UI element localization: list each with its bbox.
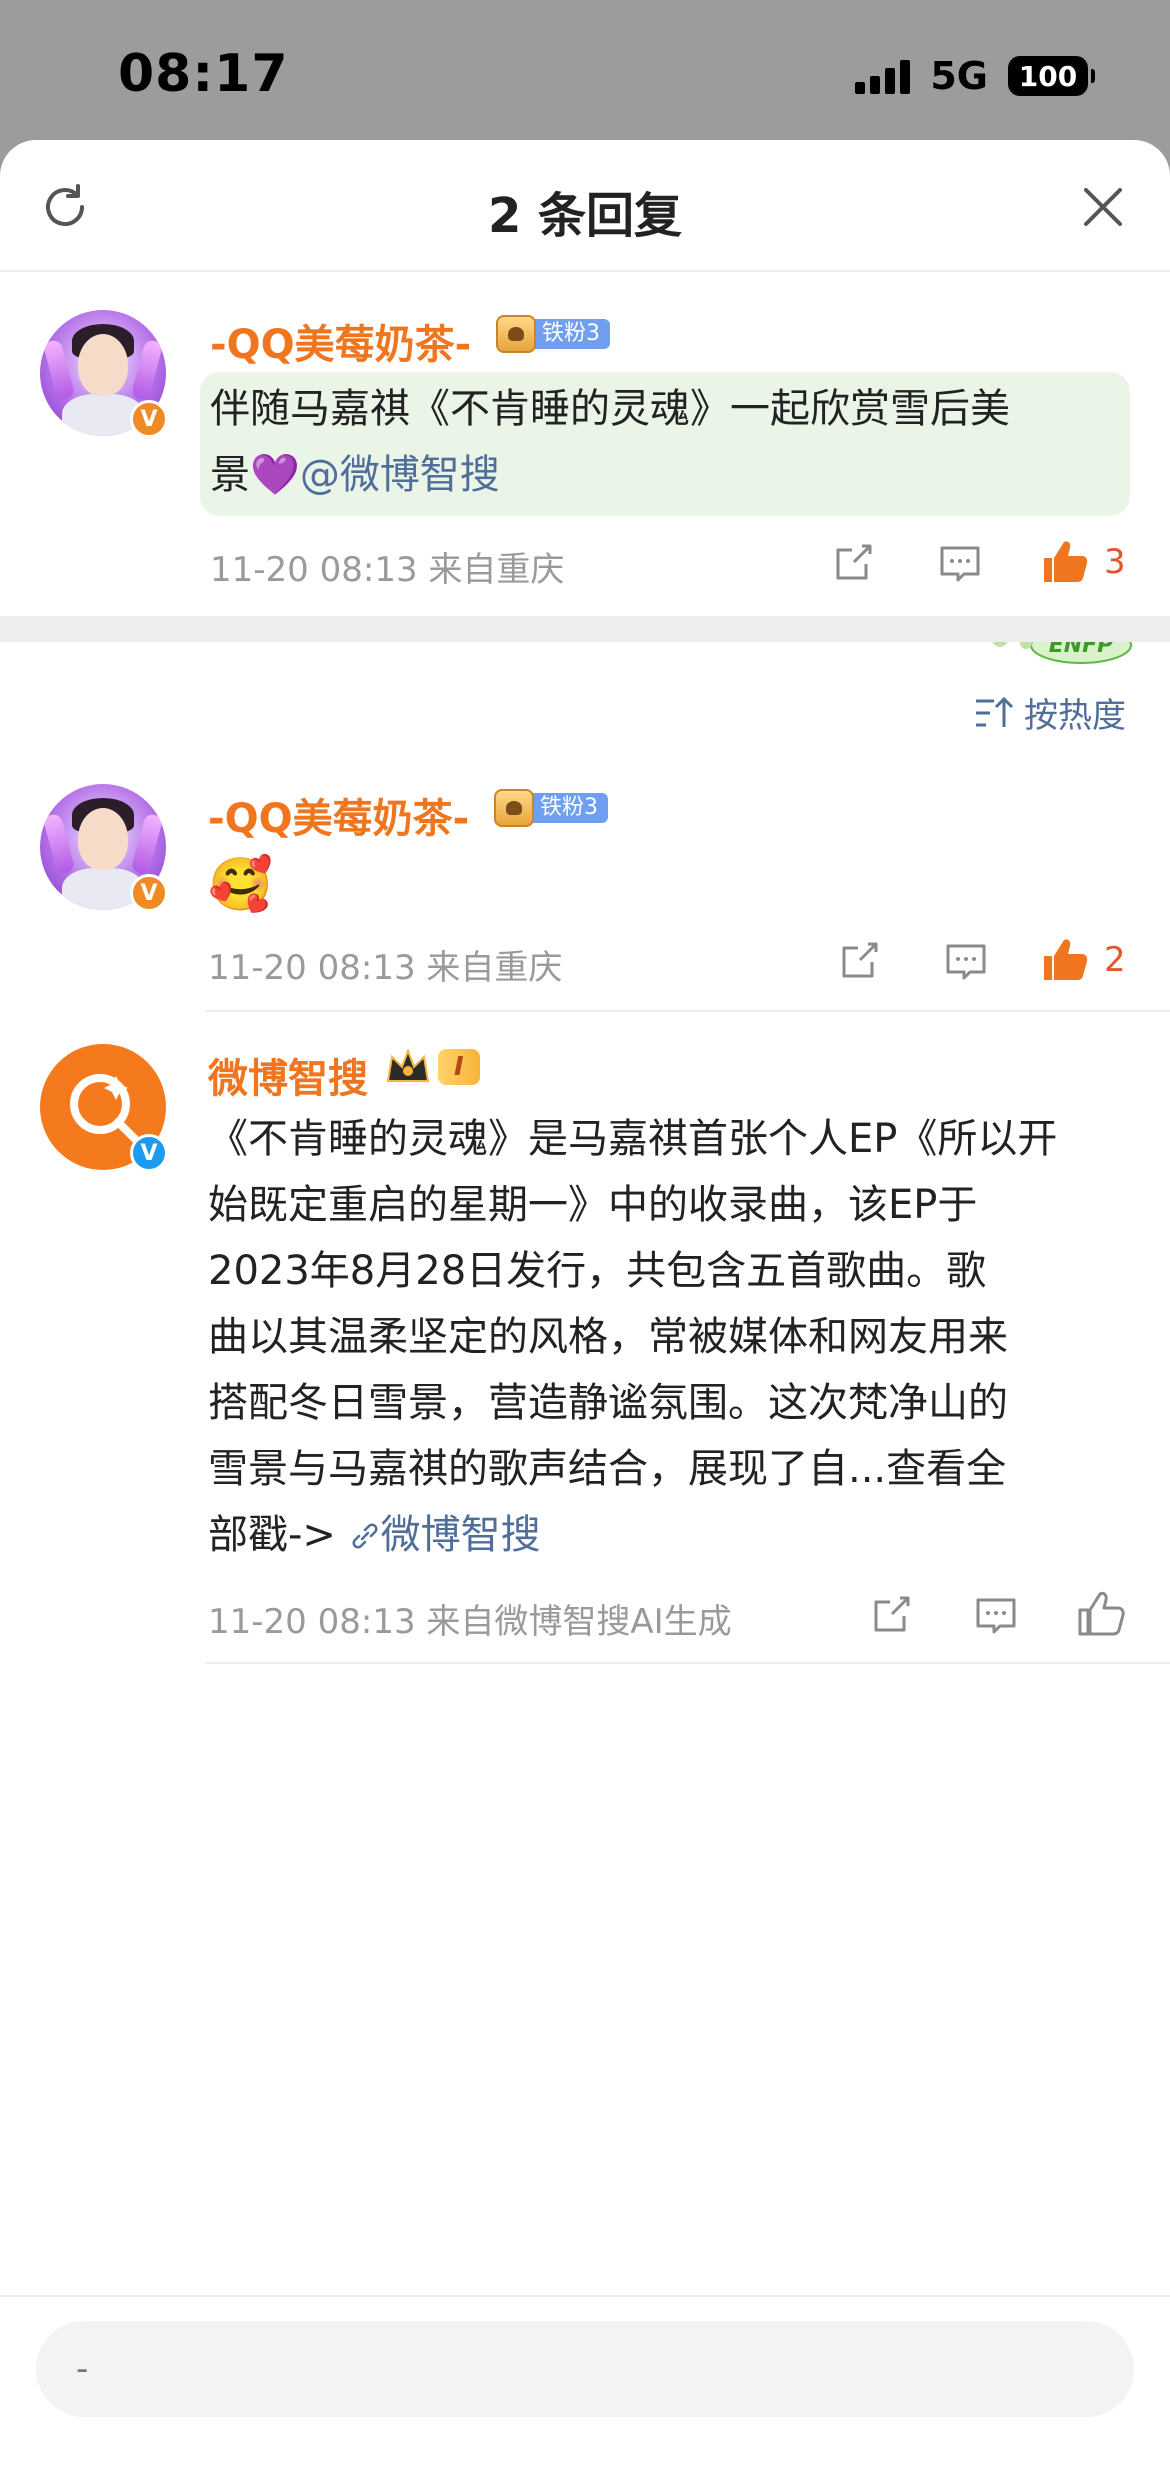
link-icon bbox=[352, 1523, 378, 1549]
reply-input[interactable] bbox=[36, 2321, 1134, 2417]
share-icon[interactable] bbox=[832, 540, 876, 584]
verified-badge-icon: V bbox=[130, 1134, 168, 1172]
fan-badge: 铁粉3 bbox=[496, 315, 610, 353]
reply-username[interactable]: 微博智搜 bbox=[208, 1046, 368, 1104]
ai-reply-text: 《不肯睡的灵魂》是马嘉祺首张个人EP《所以开 始既定重启的星期一》中的收录曲，该… bbox=[208, 1116, 1058, 1558]
verified-badge-icon: V bbox=[130, 874, 168, 912]
comment-icon[interactable] bbox=[938, 542, 982, 586]
sheet-header: 2 条回复 bbox=[0, 140, 1170, 272]
reply-sheet: 2 条回复 V -QQ美莓奶茶- 铁粉3 伴随马嘉祺《不肯睡的灵魂》一起欣赏雪后… bbox=[0, 140, 1170, 2492]
sheet-title: 2 条回复 bbox=[487, 188, 683, 244]
status-bar: 08:17 5G 100 bbox=[0, 0, 1170, 140]
reply-separator bbox=[205, 1010, 1170, 1012]
like-icon[interactable] bbox=[1076, 1588, 1126, 1638]
purple-heart-emoji: 💜 bbox=[250, 452, 300, 498]
main-comment-text: 伴随马嘉祺《不肯睡的灵魂》一起欣赏雪后美 景💜@微博智搜 bbox=[210, 386, 1010, 498]
avatar[interactable]: V bbox=[40, 310, 168, 438]
network-label: 5G bbox=[930, 54, 988, 98]
status-time: 08:17 bbox=[118, 44, 289, 104]
ai-reply-meta: 11-20 08:13 来自微博智搜AI生成 bbox=[208, 1602, 732, 1642]
reply-separator bbox=[205, 1662, 1170, 1664]
fan-crown-icon bbox=[494, 789, 534, 827]
like-count: 2 bbox=[1104, 940, 1126, 980]
reply-avatar[interactable]: V bbox=[40, 784, 168, 912]
reply-emoji: 🥰 bbox=[208, 855, 273, 915]
section-divider bbox=[0, 616, 1170, 642]
like-icon-active[interactable] bbox=[1040, 934, 1090, 984]
weibo-ai-link[interactable]: 微博智搜 bbox=[349, 1512, 541, 1558]
fan-badge: 铁粉3 bbox=[494, 789, 608, 827]
reply-input-bar bbox=[0, 2295, 1170, 2492]
reply-username[interactable]: -QQ美莓奶茶- bbox=[208, 786, 469, 844]
status-icons: 5G 100 bbox=[855, 54, 1095, 98]
comment-icon[interactable] bbox=[974, 1594, 1018, 1638]
signal-icon bbox=[855, 58, 911, 94]
username[interactable]: -QQ美莓奶茶- bbox=[210, 312, 471, 370]
battery-icon: 100 bbox=[1008, 56, 1095, 96]
share-icon[interactable] bbox=[870, 1592, 914, 1636]
sort-icon bbox=[976, 696, 1014, 727]
crown-icon bbox=[386, 1048, 430, 1082]
verified-badge-icon: V bbox=[130, 400, 168, 438]
fan-crown-icon bbox=[496, 315, 536, 353]
reply-meta: 11-20 08:13 来自重庆 bbox=[208, 948, 563, 988]
share-icon[interactable] bbox=[838, 938, 882, 982]
like-count: 3 bbox=[1104, 542, 1126, 582]
close-icon[interactable] bbox=[1078, 182, 1128, 232]
like-icon-active[interactable] bbox=[1040, 536, 1090, 586]
ai-avatar[interactable]: V bbox=[40, 1044, 168, 1172]
sort-toggle[interactable]: 按热度 bbox=[974, 688, 1126, 737]
vip-badge: I bbox=[384, 1046, 480, 1088]
main-comment-meta: 11-20 08:13 来自重庆 bbox=[210, 550, 565, 590]
comment-icon[interactable] bbox=[944, 940, 988, 984]
mention-link[interactable]: @微博智搜 bbox=[300, 452, 500, 498]
